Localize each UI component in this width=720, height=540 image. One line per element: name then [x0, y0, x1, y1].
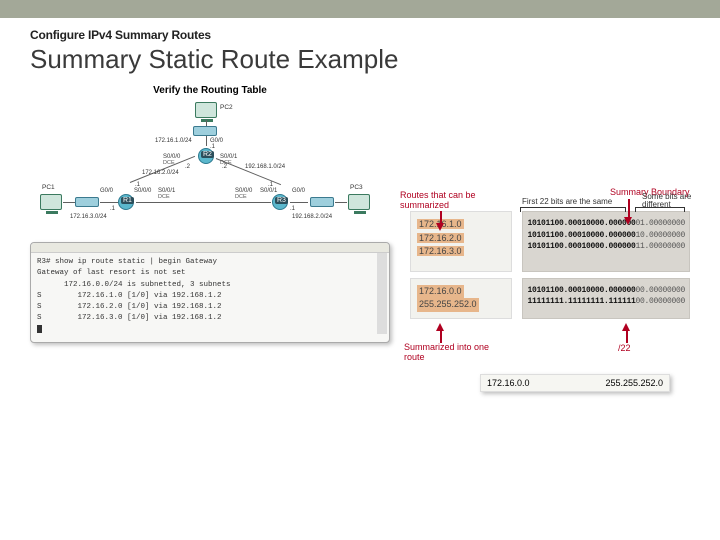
arrow-down-icon: [436, 223, 444, 231]
label-first22: First 22 bits are the same: [522, 197, 612, 206]
label-slash22: /22: [618, 343, 631, 353]
ipbox-summary: 172.16.0.0 255.255.252.0: [410, 278, 512, 319]
cli-line: S 172.16.2.0 [1/0] via 192.168.1.2: [37, 302, 383, 313]
result-net: 172.16.0.0: [487, 378, 530, 388]
if-label: S0/0/1: [260, 188, 277, 194]
switch-icon: [75, 197, 99, 207]
if-label: S0/0/0DCE: [163, 154, 180, 166]
router-label: R3: [275, 197, 288, 204]
result-box: 172.16.0.0 255.255.252.0: [480, 374, 670, 392]
addr-label: .1: [290, 206, 295, 212]
ipbox-routes: 172.16.1.0 172.16.2.0 172.16.3.0: [410, 211, 512, 272]
cli-line: S 172.16.1.0 [1/0] via 192.168.1.2: [37, 291, 383, 302]
slide-content: Verify the Routing Table PC2 172.16.1.0/…: [30, 81, 690, 521]
binbox-routes: 10101100.00010000.00000001.00000000 1010…: [522, 211, 690, 272]
row-summary: 172.16.0.0 255.255.252.0 10101100.000100…: [410, 278, 690, 325]
switch-icon: [310, 197, 334, 207]
route: 172.16.3.0: [417, 246, 464, 256]
if-label: G0/0: [292, 188, 305, 194]
link: [206, 120, 207, 126]
left-column: Verify the Routing Table PC2 172.16.1.0/…: [30, 81, 390, 521]
brace-icon: [520, 207, 626, 208]
route: 172.16.2.0: [417, 233, 464, 243]
top-bar: [0, 0, 720, 18]
cli-line: Gateway of last resort is not set: [37, 268, 383, 279]
addr-label: .1: [110, 206, 115, 212]
summary-net: 172.16.0.0: [417, 285, 464, 299]
arrow-icon: [440, 329, 442, 343]
arrow-icon: [628, 199, 630, 219]
switch-icon: [193, 126, 217, 136]
link: [335, 202, 347, 203]
if-label: S0/0/1DCE: [158, 188, 175, 200]
router-label: R2: [201, 151, 214, 158]
slide-kicker: Configure IPv4 Summary Routes: [30, 28, 720, 42]
cli-scrollbar[interactable]: [377, 253, 387, 334]
cli-output: R3# show ip route static | begin Gateway…: [30, 242, 390, 343]
right-column: Summary Boundary First 22 bits are the s…: [410, 211, 690, 325]
summary-mask: 255.255.252.0: [417, 298, 479, 312]
arrow-down-icon: [624, 217, 632, 225]
link: [100, 202, 118, 203]
addr-label: .2: [222, 164, 227, 170]
label-summarized: Summarized into one route: [404, 343, 494, 363]
if-label: S0/0/0DCE: [235, 188, 252, 200]
topology-diagram: PC2 172.16.1.0/24 G0/0 .1 R2 S0/0/0DCE .…: [30, 102, 390, 232]
router-label: R1: [121, 197, 134, 204]
host-label: PC2: [220, 104, 233, 111]
host-label: PC1: [42, 184, 55, 191]
arrow-up-icon: [436, 323, 444, 331]
link: [136, 202, 271, 203]
pc-icon: [195, 102, 217, 118]
label-diffbits: Some bits are different: [642, 193, 692, 209]
cli-titlebar: [31, 243, 389, 253]
link: [63, 202, 75, 203]
pc-icon: [40, 194, 62, 210]
addr-label: .2: [185, 164, 190, 170]
if-label: G0/0: [100, 188, 113, 194]
binbox-summary: 10101100.00010000.00000000.00000000 1111…: [522, 278, 690, 319]
arrow-icon: [626, 329, 628, 343]
if-label: S0/0/0: [134, 188, 151, 194]
host-label: PC3: [350, 184, 363, 191]
link: [206, 136, 207, 146]
cli-line: S 172.16.3.0 [1/0] via 192.168.1.2: [37, 313, 383, 324]
net-label: 192.168.1.0/24: [245, 164, 285, 170]
label-can-summarize: Routes that can be summarized: [400, 191, 490, 211]
row-routes: 172.16.1.0 172.16.2.0 172.16.3.0 1010110…: [410, 211, 690, 278]
panel-title: Verify the Routing Table: [30, 85, 390, 96]
slide-title: Summary Static Route Example: [30, 44, 720, 75]
cli-caret-line: [37, 325, 383, 336]
result-mask: 255.255.252.0: [605, 378, 663, 388]
cli-cmd: R3# show ip route static | begin Gateway: [37, 257, 383, 268]
cli-line: 172.16.0.0/24 is subnetted, 3 subnets: [37, 280, 383, 291]
net-label: 172.16.3.0/24: [70, 214, 107, 220]
pc-icon: [348, 194, 370, 210]
net-label: 172.16.2.0/24: [142, 170, 179, 176]
arrow-up-icon: [622, 323, 630, 331]
net-label: 192.168.2.0/24: [292, 214, 332, 220]
net-label: 172.16.1.0/24: [155, 138, 192, 144]
link: [290, 202, 308, 203]
